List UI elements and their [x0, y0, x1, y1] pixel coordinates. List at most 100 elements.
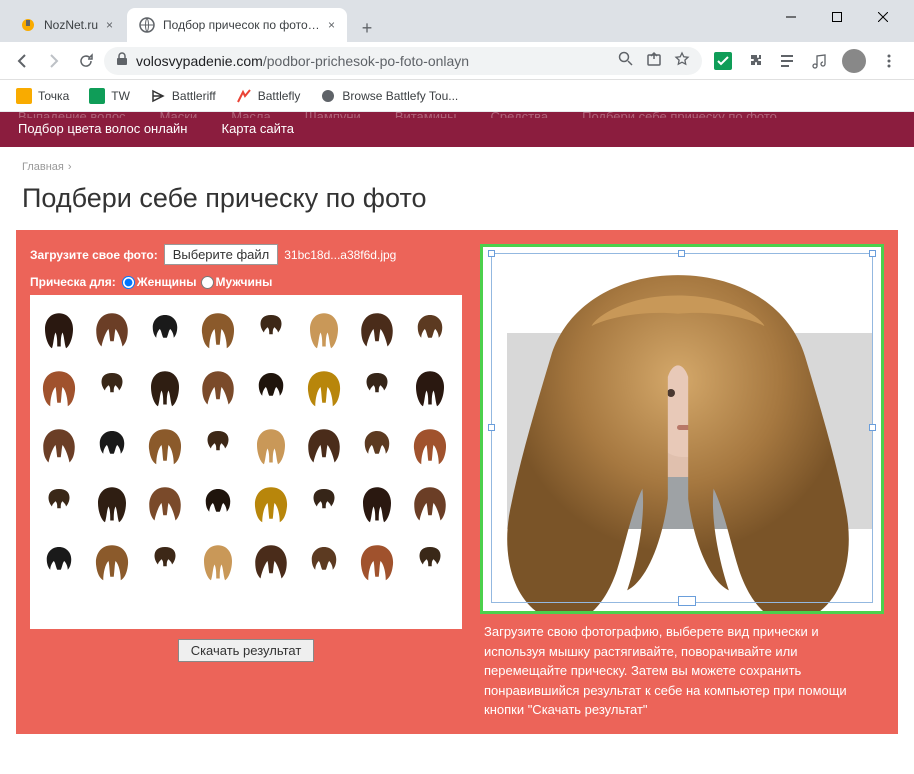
hairstyle-thumbnail[interactable]: [142, 533, 188, 589]
hairstyle-thumbnail[interactable]: [195, 533, 241, 589]
hairstyle-thumbnail[interactable]: [248, 533, 294, 589]
hairstyle-thumbnail[interactable]: [36, 301, 82, 357]
gender-women-label[interactable]: Женщины: [137, 275, 197, 289]
nav-item[interactable]: Маски: [160, 112, 198, 118]
file-choose-button[interactable]: Выберите файл: [164, 244, 278, 265]
photo-preview[interactable]: [480, 244, 884, 614]
minimize-button[interactable]: [768, 2, 814, 32]
bookmark-item[interactable]: Точка: [8, 84, 77, 108]
hairstyle-thumbnail[interactable]: [248, 417, 294, 473]
nav-item[interactable]: Средства: [491, 112, 549, 118]
close-window-button[interactable]: [860, 2, 906, 32]
bookmark-item[interactable]: Browse Battlefy Tou...: [312, 84, 466, 108]
hairstyle-thumbnail[interactable]: [248, 359, 294, 415]
nav-item[interactable]: Карта сайта: [222, 118, 294, 139]
nav-item[interactable]: Масла: [231, 112, 271, 118]
resize-handle[interactable]: [678, 250, 685, 257]
gender-men-label[interactable]: Мужчины: [216, 275, 273, 289]
hairstyle-thumbnail[interactable]: [301, 533, 347, 589]
browser-titlebar: NozNet.ru × Подбор причесок по фото онла…: [0, 0, 914, 42]
hairstyle-gallery[interactable]: [30, 295, 462, 629]
gender-label: Прическа для:: [30, 275, 116, 289]
breadcrumb: Главная›: [0, 147, 914, 177]
uploaded-filename: 31bc18d...a38f6d.jpg: [284, 248, 396, 262]
lock-icon: [116, 52, 128, 69]
maximize-button[interactable]: [814, 2, 860, 32]
bookmark-favicon: [89, 88, 105, 104]
bookmark-item[interactable]: Battlefly: [228, 84, 309, 108]
profile-avatar[interactable]: [842, 49, 866, 73]
close-icon[interactable]: ×: [106, 18, 113, 32]
resize-handle[interactable]: [678, 596, 696, 606]
search-icon[interactable]: [618, 51, 634, 70]
hairstyle-thumbnail[interactable]: [195, 359, 241, 415]
hairstyle-thumbnail[interactable]: [407, 301, 453, 357]
hairstyle-thumbnail[interactable]: [142, 359, 188, 415]
selection-box[interactable]: [491, 253, 873, 603]
forward-button[interactable]: [40, 47, 68, 75]
extensions-puzzle-icon[interactable]: [746, 52, 764, 70]
hairstyle-thumbnail[interactable]: [195, 475, 241, 531]
hairstyle-thumbnail[interactable]: [354, 417, 400, 473]
hairstyle-thumbnail[interactable]: [248, 301, 294, 357]
extension-check-icon[interactable]: [714, 52, 732, 70]
gender-women-radio[interactable]: [122, 276, 135, 289]
hairstyle-thumbnail[interactable]: [89, 475, 135, 531]
browser-tab[interactable]: NozNet.ru ×: [8, 8, 125, 42]
hairstyle-thumbnail[interactable]: [36, 359, 82, 415]
hairstyle-thumbnail[interactable]: [36, 475, 82, 531]
hairstyle-thumbnail[interactable]: [36, 533, 82, 589]
hairstyle-thumbnail[interactable]: [195, 301, 241, 357]
resize-handle[interactable]: [488, 424, 495, 431]
resize-handle[interactable]: [488, 250, 495, 257]
hairstyle-thumbnail[interactable]: [354, 475, 400, 531]
nav-item[interactable]: Шампуни: [305, 112, 361, 118]
hairstyle-thumbnail[interactable]: [407, 417, 453, 473]
hairstyle-thumbnail[interactable]: [142, 475, 188, 531]
hairstyle-thumbnail[interactable]: [301, 301, 347, 357]
reload-button[interactable]: [72, 47, 100, 75]
bookmark-star-icon[interactable]: [674, 51, 690, 70]
back-button[interactable]: [8, 47, 36, 75]
gender-men-radio[interactable]: [201, 276, 214, 289]
address-bar[interactable]: volosvypadenie.com/podbor-prichesok-po-f…: [104, 47, 702, 75]
hairstyle-thumbnail[interactable]: [301, 417, 347, 473]
nav-item[interactable]: Выпадение волос: [18, 112, 126, 118]
hairstyle-thumbnail[interactable]: [89, 359, 135, 415]
tab-title: NozNet.ru: [44, 18, 98, 32]
hairstyle-thumbnail[interactable]: [36, 417, 82, 473]
bookmark-item[interactable]: TW: [81, 84, 138, 108]
new-tab-button[interactable]: +: [353, 14, 381, 42]
browser-tab-active[interactable]: Подбор причесок по фото онла ×: [127, 8, 347, 42]
download-button[interactable]: Скачать результат: [178, 639, 315, 662]
reading-list-icon[interactable]: [778, 52, 796, 70]
nav-item[interactable]: Подбери себе прическу по фото: [582, 112, 777, 118]
hairstyle-thumbnail[interactable]: [89, 417, 135, 473]
hairstyle-thumbnail[interactable]: [407, 533, 453, 589]
instructions-text: Загрузите свою фотографию, выберете вид …: [480, 614, 884, 720]
hairstyle-thumbnail[interactable]: [407, 359, 453, 415]
hairstyle-thumbnail[interactable]: [195, 417, 241, 473]
breadcrumb-home[interactable]: Главная: [22, 161, 64, 173]
nav-item[interactable]: Витамины: [395, 112, 457, 118]
hairstyle-thumbnail[interactable]: [142, 417, 188, 473]
nav-item[interactable]: Подбор цвета волос онлайн: [18, 118, 188, 139]
music-icon[interactable]: [810, 52, 828, 70]
share-icon[interactable]: [646, 51, 662, 70]
resize-handle[interactable]: [869, 424, 876, 431]
resize-handle[interactable]: [869, 250, 876, 257]
hairstyle-thumbnail[interactable]: [89, 301, 135, 357]
menu-icon[interactable]: [880, 52, 898, 70]
bookmark-item[interactable]: Battleriff: [142, 84, 224, 108]
hairstyle-thumbnail[interactable]: [354, 533, 400, 589]
hairstyle-thumbnail[interactable]: [142, 301, 188, 357]
hairstyle-thumbnail[interactable]: [301, 359, 347, 415]
hairstyle-thumbnail[interactable]: [407, 475, 453, 531]
hairstyle-thumbnail[interactable]: [354, 359, 400, 415]
hairstyle-thumbnail[interactable]: [301, 475, 347, 531]
page-viewport[interactable]: Выпадение волос Маски Масла Шампуни Вита…: [0, 112, 914, 774]
hairstyle-thumbnail[interactable]: [354, 301, 400, 357]
hairstyle-thumbnail[interactable]: [89, 533, 135, 589]
hairstyle-thumbnail[interactable]: [248, 475, 294, 531]
close-icon[interactable]: ×: [328, 18, 335, 32]
